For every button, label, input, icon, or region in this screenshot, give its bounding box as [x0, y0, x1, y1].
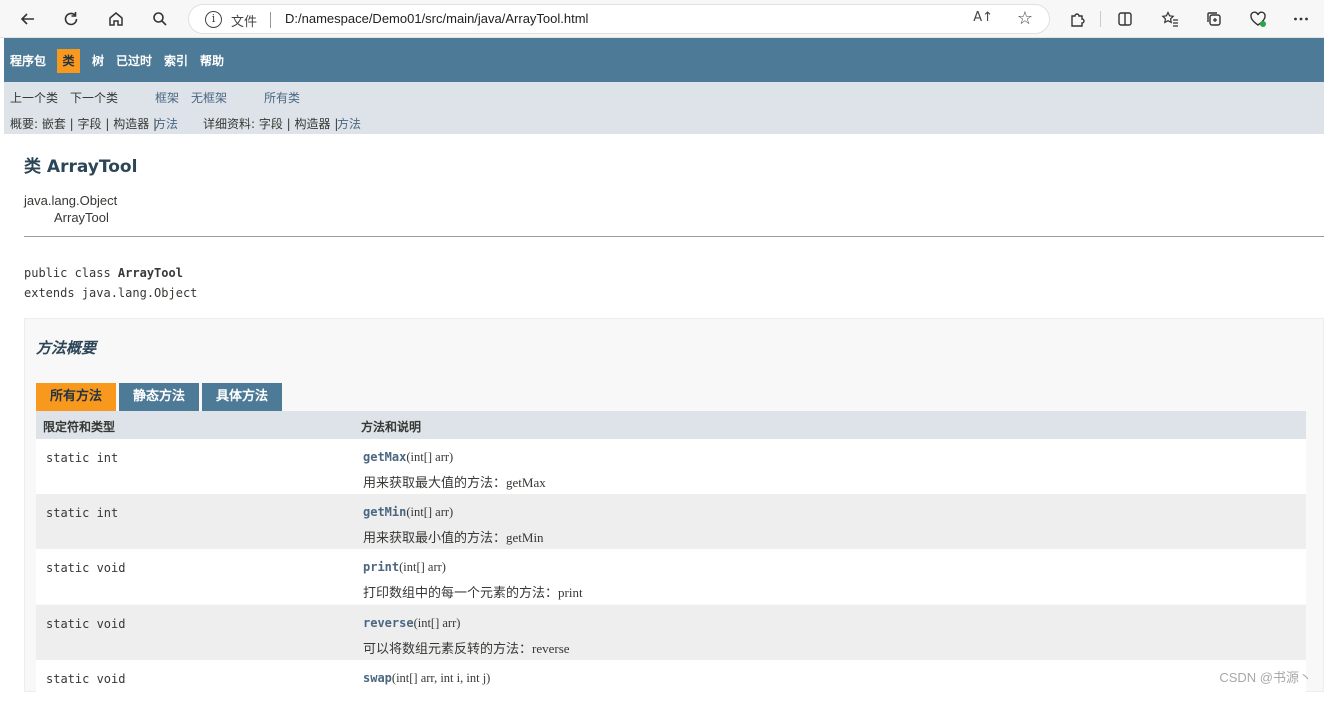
back-arrow-icon — [19, 10, 37, 28]
method-summary-section: 方法概要 所有方法 静态方法 具体方法 限定符和类型 方法和说明 static … — [24, 318, 1324, 692]
address-separator — [270, 12, 271, 28]
declaration-prefix: public class — [24, 266, 118, 280]
more-dots-icon — [1292, 10, 1310, 28]
nav-deprecated[interactable]: 已过时 — [116, 52, 152, 69]
more-menu-button[interactable] — [1286, 4, 1316, 34]
info-icon[interactable]: i — [205, 11, 222, 28]
detail-nav-label: 详细资料: 字段 | 构造器 | — [203, 115, 338, 132]
home-button[interactable] — [101, 4, 131, 34]
row-signature: getMin(int[] arr) — [363, 505, 453, 520]
split-screen-icon — [1116, 10, 1134, 28]
row-signature: print(int[] arr) — [363, 560, 446, 575]
inheritance-parent: java.lang.Object — [24, 193, 117, 208]
browser-toolbar: i 文件 D:/namespace/Demo01/src/main/java/A… — [0, 0, 1324, 38]
row-modifier: static int — [46, 506, 118, 520]
favorite-star-icon[interactable]: ☆ — [1017, 8, 1033, 29]
nav-tree[interactable]: 树 — [92, 52, 104, 69]
row-signature: reverse(int[] arr) — [363, 616, 460, 631]
toolbar-divider — [1100, 11, 1101, 27]
method-table-header: 限定符和类型 方法和说明 — [36, 411, 1306, 439]
nav-help[interactable]: 帮助 — [200, 52, 224, 69]
method-link-print[interactable]: print — [363, 560, 399, 574]
tab-static-methods[interactable]: 静态方法 — [119, 383, 199, 411]
row-params: (int[] arr) — [399, 560, 446, 574]
method-link-getMin[interactable]: getMin — [363, 505, 406, 519]
row-modifier: static void — [46, 561, 125, 575]
summary-nav-label: 概要: 嵌套 | 字段 | 构造器 | — [10, 115, 157, 132]
nav-class-active: 类 — [57, 49, 80, 73]
row-description: 用来获取最大值的方法：getMax — [363, 472, 546, 491]
tab-concrete-methods[interactable]: 具体方法 — [202, 383, 282, 411]
extensions-button[interactable] — [1062, 4, 1092, 34]
collections-button[interactable] — [1199, 4, 1229, 34]
row-params: (int[] arr, int i, int j) — [392, 671, 490, 685]
table-row: static int getMax(int[] arr) 用来获取最大值的方法：… — [36, 439, 1306, 494]
declaration-class-name: ArrayTool — [118, 266, 183, 280]
all-classes-link[interactable]: 所有类 — [264, 89, 300, 106]
tab-all-methods[interactable]: 所有方法 — [36, 383, 116, 411]
url-text[interactable]: D:/namespace/Demo01/src/main/java/ArrayT… — [285, 11, 588, 26]
method-summary-heading: 方法概要 — [36, 337, 96, 358]
no-frames-link[interactable]: 无框架 — [191, 89, 227, 106]
class-declaration: public class ArrayTool — [24, 266, 183, 280]
split-screen-button[interactable] — [1110, 4, 1140, 34]
search-icon — [151, 10, 169, 28]
method-link-reverse[interactable]: reverse — [363, 616, 414, 630]
row-description: 打印数组中的每一个元素的方法：print — [363, 582, 583, 601]
address-bar[interactable]: i 文件 D:/namespace/Demo01/src/main/java/A… — [188, 4, 1050, 34]
class-extends: extends java.lang.Object — [24, 286, 197, 300]
divider — [24, 236, 1324, 237]
nav-package[interactable]: 程序包 — [10, 52, 46, 69]
row-modifier: static int — [46, 451, 118, 465]
row-description: 用来获取最小值的方法：getMin — [363, 527, 544, 546]
method-link-getMax[interactable]: getMax — [363, 450, 406, 464]
row-signature: swap(int[] arr, int i, int j) — [363, 671, 490, 686]
method-link-swap[interactable]: swap — [363, 671, 392, 685]
sub-nav-bar: 上一个类 下一个类 框架 无框架 所有类 概要: 嵌套 | 字段 | 构造器 |… — [4, 82, 1324, 134]
watermark: CSDN @书源丶 — [1219, 667, 1312, 686]
table-row: static void swap(int[] arr, int i, int j… — [36, 660, 1306, 715]
row-description: 可以将数组元素反转的方法：reverse — [363, 638, 570, 657]
read-aloud-icon[interactable]: A↑ — [973, 10, 993, 25]
page-title: 类 ArrayTool — [24, 152, 137, 177]
table-row: static void print(int[] arr) 打印数组中的每一个元素… — [36, 549, 1306, 604]
table-row: static void reverse(int[] arr) 可以将数组元素反转… — [36, 605, 1306, 660]
refresh-button[interactable] — [56, 4, 86, 34]
home-icon — [107, 10, 125, 28]
file-label: 文件 — [231, 11, 257, 30]
row-modifier: static void — [46, 672, 125, 686]
nav-index[interactable]: 索引 — [164, 52, 188, 69]
summary-method-link[interactable]: 方法 — [154, 115, 178, 132]
next-class-link[interactable]: 下一个类 — [70, 89, 118, 106]
detail-method-link[interactable]: 方法 — [337, 115, 361, 132]
row-params: (int[] arr) — [406, 450, 453, 464]
row-modifier: static void — [46, 617, 125, 631]
search-button[interactable] — [145, 4, 175, 34]
prev-class-link[interactable]: 上一个类 — [10, 89, 58, 106]
table-row: static int getMin(int[] arr) 用来获取最小值的方法：… — [36, 494, 1306, 549]
column-modifier-type: 限定符和类型 — [43, 418, 115, 435]
row-params: (int[] arr) — [414, 616, 461, 630]
favorites-button[interactable] — [1155, 4, 1185, 34]
puzzle-icon — [1068, 10, 1086, 28]
top-nav-bar: 程序包 类 树 已过时 索引 帮助 — [4, 38, 1324, 82]
back-button[interactable] — [13, 4, 43, 34]
inheritance-child: ArrayTool — [54, 210, 109, 225]
main-content: 类 ArrayTool java.lang.Object ArrayTool p… — [4, 134, 1324, 692]
row-params: (int[] arr) — [406, 505, 453, 519]
heart-pulse-icon — [1249, 10, 1267, 28]
browser-essentials-button[interactable] — [1243, 4, 1273, 34]
refresh-icon — [62, 10, 80, 28]
collections-icon — [1205, 10, 1223, 28]
row-signature: getMax(int[] arr) — [363, 450, 453, 465]
favorites-list-icon — [1161, 10, 1179, 28]
column-method-description: 方法和说明 — [361, 418, 421, 435]
frames-link[interactable]: 框架 — [155, 89, 179, 106]
